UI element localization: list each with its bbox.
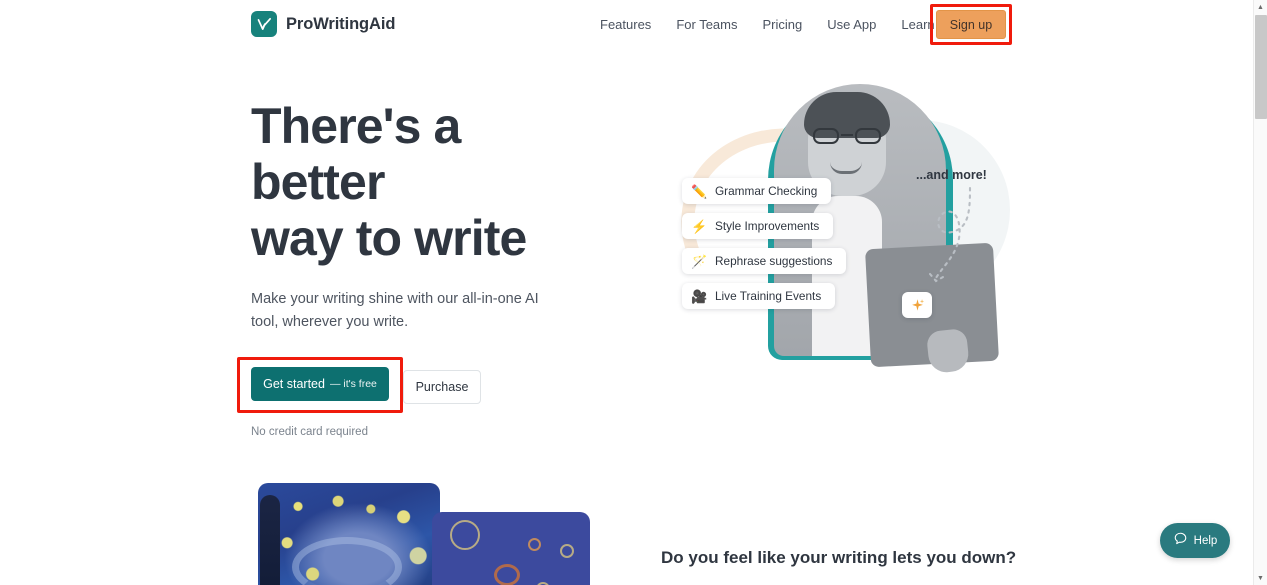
brand-name: ProWritingAid xyxy=(286,14,396,33)
feature-pill-rephrase-suggestions: 🪄 Rephrase suggestions xyxy=(682,248,847,274)
hero-copy: There's a better way to write Make your … xyxy=(237,98,591,438)
signup-button[interactable]: Sign up xyxy=(936,10,1006,39)
nav-item-pricing[interactable]: Pricing xyxy=(762,14,802,35)
prowritingaid-logo-icon xyxy=(251,11,277,37)
hero-section: There's a better way to write Make your … xyxy=(0,50,1253,470)
feature-pill-label: Live Training Events xyxy=(715,289,822,303)
feature-pill-grammar-checking: ✏️ Grammar Checking xyxy=(682,178,832,204)
hero-title-line-2: way to write xyxy=(251,210,527,266)
get-started-label: Get started xyxy=(263,377,325,391)
feature-pill-style-improvements: ⚡ Style Improvements xyxy=(682,213,834,239)
get-started-button[interactable]: Get started — it's free xyxy=(251,367,389,401)
feature-pill-list: ✏️ Grammar Checking ⚡ Style Improvements… xyxy=(682,178,847,309)
feature-pill-live-training-events: 🎥 Live Training Events xyxy=(682,283,836,309)
film-projector-icon: 🎥 xyxy=(691,288,708,304)
feature-pill-label: Style Improvements xyxy=(715,219,820,233)
no-credit-card-note: No credit card required xyxy=(251,426,368,438)
nav-item-for-teams[interactable]: For Teams xyxy=(676,14,737,35)
hero-title-line-1: There's a better xyxy=(251,98,461,210)
hero-title: There's a better way to write xyxy=(251,98,591,266)
hero-illustration: ✏️ Grammar Checking ⚡ Style Improvements… xyxy=(640,60,1040,400)
scrollbar-up-arrow[interactable]: ▲ xyxy=(1254,0,1267,14)
page-canvas: ProWritingAid Features For Teams Pricing… xyxy=(0,0,1253,585)
glasses-icon xyxy=(812,128,882,144)
and-more-dotted-arrow-icon xyxy=(928,186,972,283)
feature-pill-label: Grammar Checking xyxy=(715,184,818,198)
scrollbar-down-arrow[interactable]: ▼ xyxy=(1254,571,1267,585)
starry-night-simplified-image xyxy=(432,512,590,585)
magic-wand-icon: 🪄 xyxy=(691,253,708,269)
get-started-free-suffix: — it's free xyxy=(329,378,377,390)
chat-bubble-icon xyxy=(1173,531,1188,551)
help-widget-label: Help xyxy=(1193,534,1218,547)
lightning-bolt-icon: ⚡ xyxy=(691,218,708,234)
help-widget-button[interactable]: Help xyxy=(1160,523,1230,558)
pencil-icon: ✏️ xyxy=(691,183,708,199)
scrollbar-thumb[interactable] xyxy=(1255,15,1267,119)
person-hand xyxy=(925,328,971,374)
vertical-scrollbar[interactable]: ▲ ▼ xyxy=(1253,0,1267,585)
cypress-tree-shape xyxy=(260,495,280,585)
brand-logo-link[interactable]: ProWritingAid xyxy=(251,11,395,37)
starry-night-image xyxy=(258,483,440,585)
starry-swirl-shape xyxy=(292,537,402,585)
signup-button-container: Sign up xyxy=(930,4,1012,45)
sparkles-icon xyxy=(902,292,932,318)
lower-section: Do you feel like your writing lets you d… xyxy=(0,470,1253,585)
nav-item-features[interactable]: Features xyxy=(600,14,651,35)
purchase-button[interactable]: Purchase xyxy=(403,370,481,404)
site-header: ProWritingAid Features For Teams Pricing… xyxy=(0,0,1253,50)
get-started-button-container: Get started — it's free xyxy=(237,357,403,413)
feature-pill-label: Rephrase suggestions xyxy=(715,254,833,268)
hero-cta-row: Get started — it's free Purchase xyxy=(237,357,591,413)
hero-subtitle: Make your writing shine with our all-in-… xyxy=(251,291,539,330)
nav-item-use-app[interactable]: Use App xyxy=(827,14,876,35)
lower-section-heading: Do you feel like your writing lets you d… xyxy=(661,548,1017,567)
and-more-annotation-label: ...and more! xyxy=(916,168,987,182)
